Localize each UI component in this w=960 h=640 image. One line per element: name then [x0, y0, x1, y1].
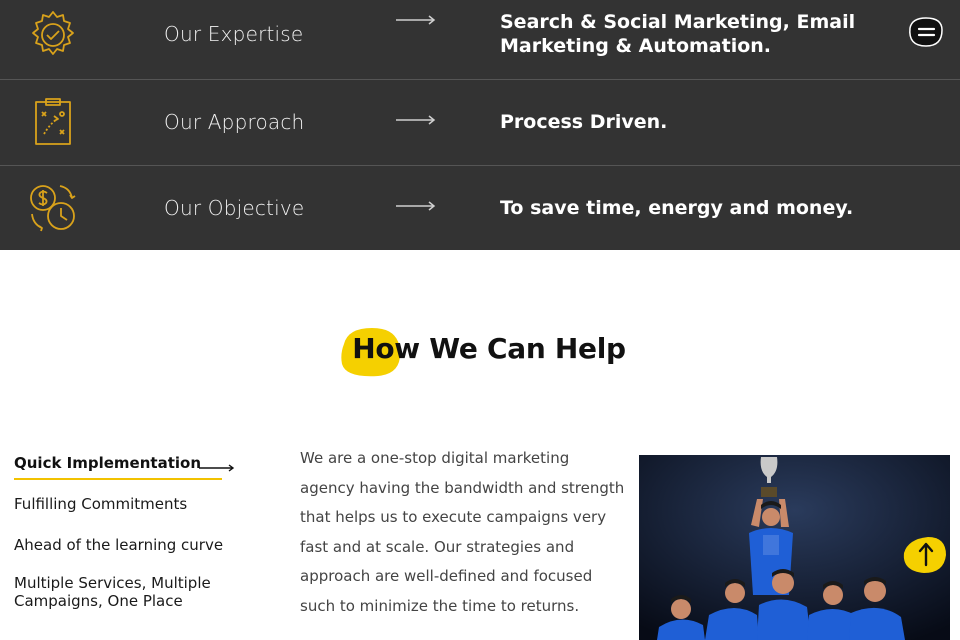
feature-row-objective: Our Objective To save time, energy and m… — [0, 166, 960, 250]
tab-quick-implementation[interactable]: Quick Implementation — [14, 454, 244, 480]
tab-label: Ahead of the learning curve — [14, 536, 224, 554]
feature-label: Our Objective — [164, 196, 305, 220]
long-arrow-right-icon — [199, 464, 235, 472]
tab-multiple-services[interactable]: Multiple Services, Multiple Campaigns, O… — [14, 574, 224, 610]
gear-check-icon — [32, 11, 74, 55]
tab-label: Multiple Services, Multiple Campaigns, O… — [14, 574, 211, 610]
tab-fulfilling-commitments[interactable]: Fulfilling Commitments — [14, 495, 244, 513]
feature-label: Our Approach — [164, 110, 305, 134]
feature-value: Search & Social Marketing, Email Marketi… — [500, 11, 856, 57]
long-arrow-right-icon — [396, 201, 436, 211]
help-header: How We Can Help — [0, 318, 960, 378]
feature-row-approach: Our Approach Process Driven. — [0, 80, 960, 165]
help-description: We are a one-stop digital marketing agen… — [300, 449, 625, 615]
feature-value: To save time, energy and money. — [500, 197, 854, 219]
long-arrow-right-icon — [396, 15, 436, 25]
strategy-board-icon — [35, 98, 71, 145]
money-time-icon — [30, 185, 76, 232]
arrow-up-icon[interactable] — [900, 533, 948, 575]
hamburger-menu-icon[interactable] — [906, 16, 944, 48]
tab-ahead-of-learning-curve[interactable]: Ahead of the learning curve — [14, 536, 244, 554]
feature-value: Process Driven. — [500, 111, 668, 133]
features-band: Our Expertise Search & Social Marketing,… — [0, 0, 960, 250]
long-arrow-right-icon — [396, 115, 436, 125]
tab-label: Fulfilling Commitments — [14, 495, 188, 513]
tab-active-underline — [14, 478, 222, 480]
tab-label: Quick Implementation — [14, 454, 201, 472]
section-title: How We Can Help — [352, 332, 626, 365]
feature-label: Our Expertise — [164, 22, 304, 46]
feature-row-expertise: Our Expertise Search & Social Marketing,… — [0, 0, 960, 79]
